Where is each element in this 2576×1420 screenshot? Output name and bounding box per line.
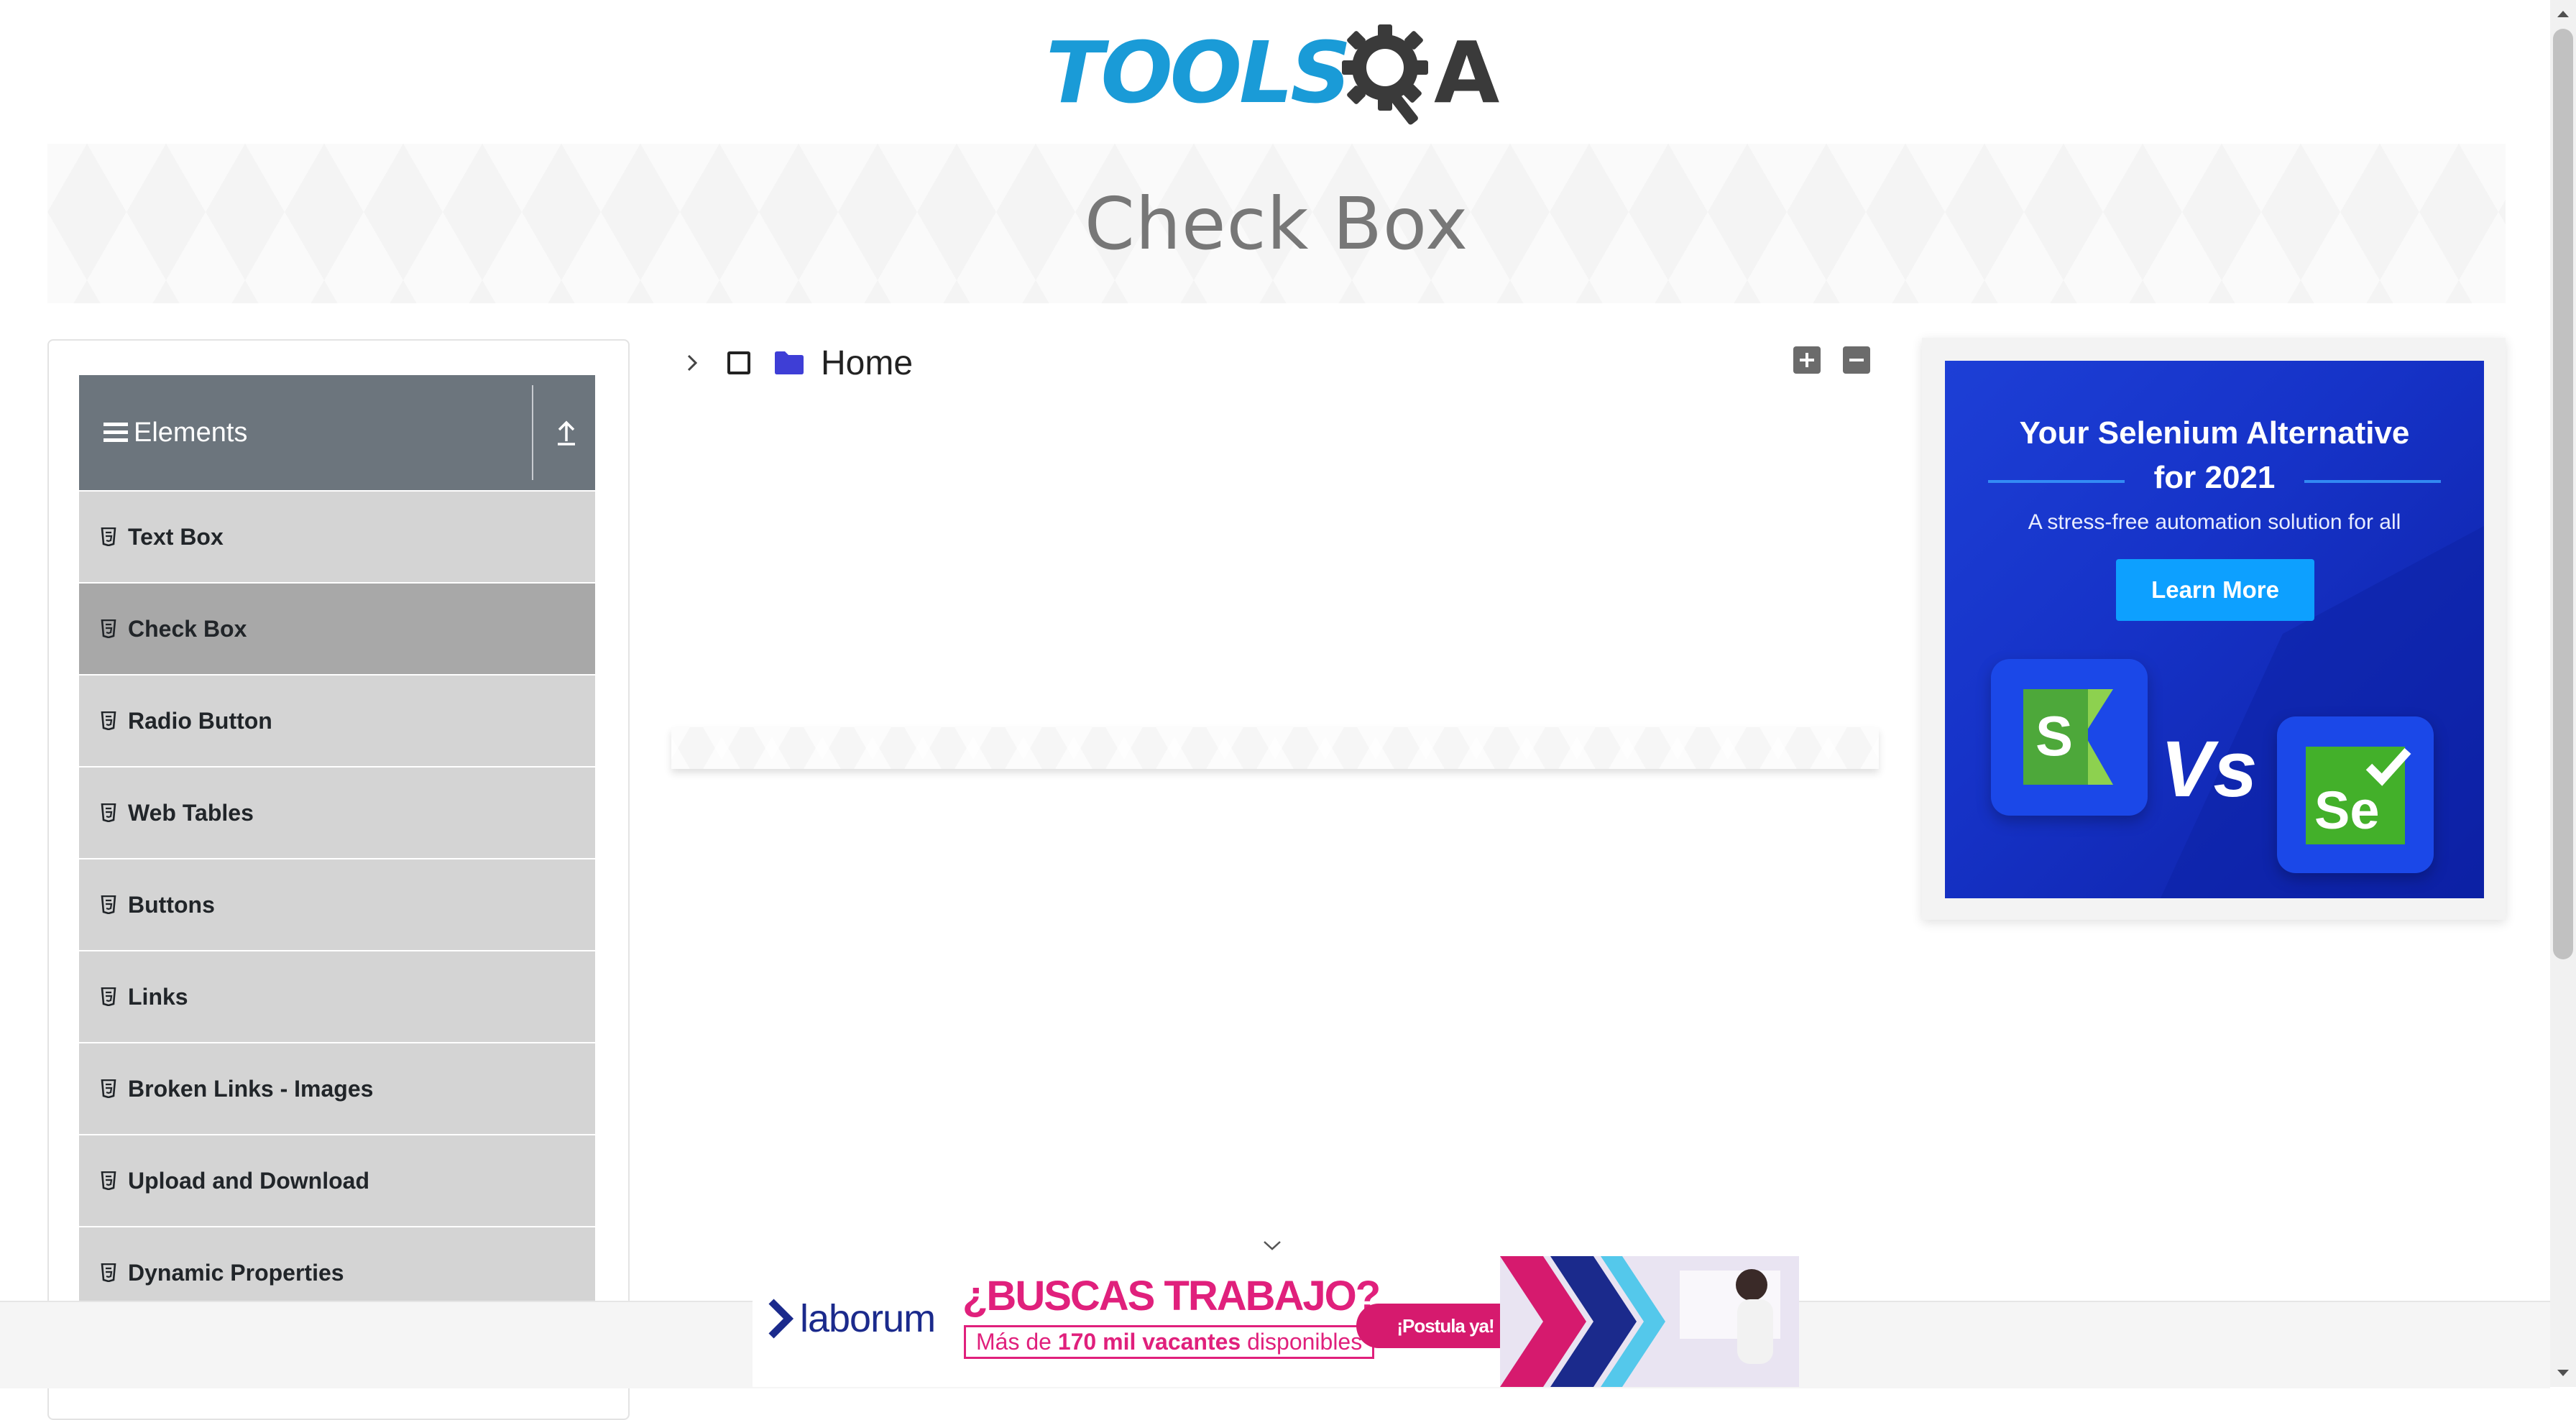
sidebar-item-check-box[interactable]: Check Box [79,584,595,674]
html-file-icon [101,803,116,822]
sidebar-item-text-box[interactable]: Text Box [79,492,595,582]
html-file-icon [101,1263,116,1282]
header-divider [532,385,533,480]
collapse-arrow-icon[interactable] [546,412,586,453]
sidebar-item-label: Web Tables [128,799,254,826]
laborum-logo: laborum [767,1294,936,1344]
selenium-alternative-ad[interactable]: Your Selenium Alternative for 2021 A str… [1945,361,2484,898]
learn-more-button[interactable]: Learn More [2116,559,2314,621]
tree-node-label[interactable]: Home [821,344,913,383]
ad-subtitle: A stress-free automation solution for al… [2028,510,2401,534]
html-file-icon [101,619,116,638]
html-file-icon [101,895,116,914]
sidebar-item-label: Broken Links - Images [128,1075,374,1102]
decorative-strip [671,727,1879,769]
expand-all-button[interactable] [1793,346,1821,374]
sidebar-item-label: Check Box [128,615,247,642]
scrollbar-thumb[interactable] [2553,29,2573,959]
elements-menu-list: Text Box Check Box Radio Button Web Tabl… [79,492,595,1319]
selenium-logo-tile: Se [2277,716,2434,873]
scroll-down-arrow-icon[interactable] [2556,1368,2570,1378]
home-checkbox[interactable] [727,351,750,374]
collapse-all-button[interactable] [1843,346,1870,374]
ad-subline: Más de 170 mil vacantes disponibles [964,1325,1375,1359]
selenium-text: Se [2314,780,2380,840]
sidebar-item-label: Radio Button [128,707,272,734]
ad-photo-graphic [1500,1256,1799,1387]
sidebar-item-buttons[interactable]: Buttons [79,859,595,950]
sidebar-panel: Elements Text Box Check Box Radio Button… [47,339,630,1420]
elements-group-header[interactable]: Elements [79,375,595,490]
sidebar-item-radio-button[interactable]: Radio Button [79,676,595,766]
ad-headline: ¿BUSCAS TRABAJO? [962,1273,1381,1319]
hamburger-icon [104,423,128,443]
folder-icon [775,351,804,374]
laborum-ad[interactable]: laborum ¿BUSCAS TRABAJO? Más de 170 mil … [753,1256,1799,1387]
sidebar-item-label: Links [128,983,188,1010]
toolsqa-logo[interactable]: TOOLS A [1046,22,1513,129]
tree-node-home: Home [683,338,913,388]
versus-text: Vs [2161,725,2258,813]
sidebar-item-links[interactable]: Links [79,951,595,1042]
page-banner: Check Box [47,144,2506,303]
chevron-down-icon[interactable] [1262,1239,1282,1252]
minus-icon [1849,359,1864,361]
scroll-up-arrow-icon[interactable] [2556,9,2570,19]
chevron-right-icon [768,1299,794,1339]
sidebar-item-label: Dynamic Properties [128,1259,344,1286]
brand-name: laborum [800,1297,936,1340]
sidebar-item-web-tables[interactable]: Web Tables [79,767,595,858]
html-file-icon [101,987,116,1006]
html-file-icon [101,1079,116,1098]
html-file-icon [101,527,116,546]
sidebar-item-label: Buttons [128,891,215,918]
sidebar-item-label: Text Box [128,523,224,550]
page-title: Check Box [1084,181,1469,266]
ad-title: Your Selenium Alternative for 2021 [2019,415,2410,495]
sidebar-item-label: Upload and Download [128,1167,369,1194]
chevron-right-icon[interactable] [683,351,703,374]
katalon-letter: S [2036,704,2074,767]
group-title: Elements [134,417,248,448]
sidebar-item-upload-download[interactable]: Upload and Download [79,1135,595,1226]
katalon-logo-tile: S [1991,659,2148,816]
html-file-icon [101,711,116,730]
sidebar-item-broken-links[interactable]: Broken Links - Images [79,1043,595,1134]
logo-suffix: A [1434,23,1500,122]
gear-magnifier-icon [1342,24,1428,125]
logo-text: TOOLS [1046,23,1351,122]
html-file-icon [101,1171,116,1190]
